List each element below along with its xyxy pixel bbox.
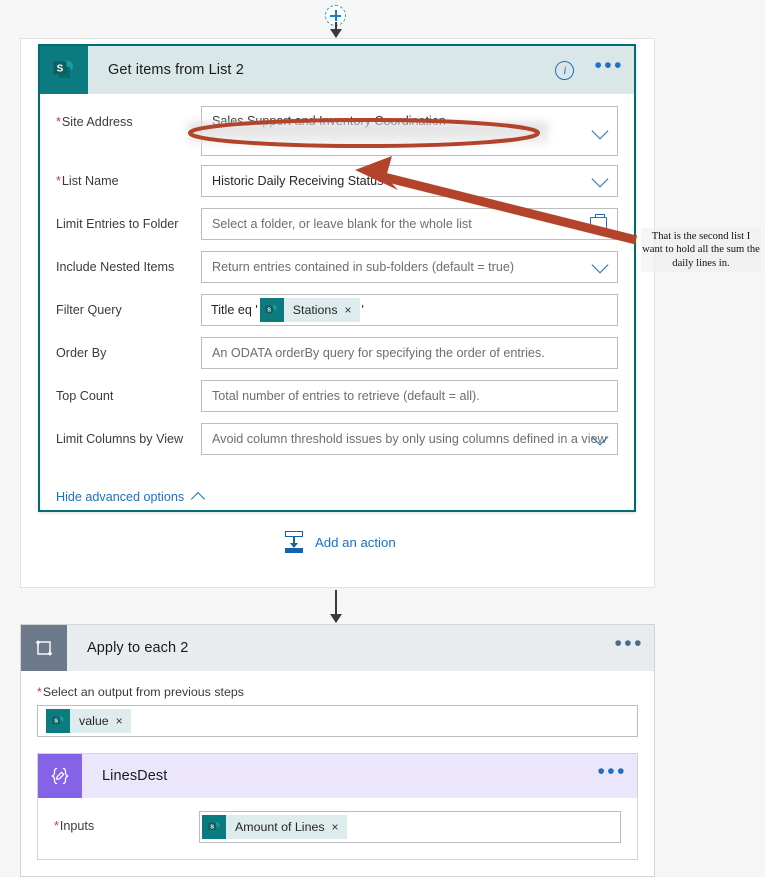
field-row-order-by: Order By An ODATA orderBy query for spec… — [56, 337, 618, 371]
token-remove-icon[interactable]: × — [116, 714, 131, 728]
chevron-down-icon[interactable] — [591, 122, 609, 140]
sharepoint-icon: S — [202, 815, 226, 839]
limit-columns-placeholder: Avoid column threshold issues by only us… — [212, 432, 607, 446]
annotation-note: That is the second list I want to hold a… — [641, 228, 761, 273]
field-row-top-count: Top Count Total number of entries to ret… — [56, 380, 618, 414]
token-remove-icon[interactable]: × — [345, 303, 360, 317]
loop-header-actions: ••• — [614, 633, 644, 657]
token-label: Stations — [292, 303, 338, 317]
include-nested-items-dropdown[interactable]: Return entries contained in sub-folders … — [201, 251, 618, 283]
loop-card-header[interactable]: Apply to each 2 ••• — [21, 625, 654, 671]
connector-arrow-top — [335, 22, 337, 37]
dynamic-token-stations[interactable]: S Stations × — [259, 298, 360, 322]
svg-text:S: S — [210, 824, 214, 830]
folder-icon[interactable] — [590, 213, 607, 231]
loop-input-label: *Select an output from previous steps — [37, 685, 244, 699]
card-menu-icon[interactable]: ••• — [594, 55, 624, 79]
loop-output-input[interactable]: S value × — [37, 705, 638, 737]
flow-step-panel: S Get items from List 2 i ••• *Site Addr… — [20, 38, 655, 588]
card-header-actions: i ••• — [555, 55, 624, 80]
sharepoint-icon: S — [40, 46, 88, 94]
field-row-limit-entries-to-folder: Limit Entries to Folder Select a folder,… — [56, 208, 618, 242]
required-asterisk: * — [56, 174, 61, 188]
field-label: Order By — [56, 346, 107, 360]
token-label: value — [79, 714, 109, 728]
field-label: Filter Query — [56, 303, 122, 317]
compose-linesdest-card[interactable]: LinesDest ••• *Inputs S Amount of Lines … — [37, 753, 638, 860]
field-label: Include Nested Items — [56, 260, 175, 274]
list-name-value: Historic Daily Receiving Status — [212, 174, 384, 188]
top-connector — [0, 0, 655, 38]
advanced-toggle-label: Hide advanced options — [56, 490, 185, 504]
order-by-placeholder: An ODATA orderBy query for specifying th… — [212, 346, 545, 360]
field-row-list-name: *List Name Historic Daily Receiving Stat… — [56, 165, 618, 199]
order-by-input[interactable]: An ODATA orderBy query for specifying th… — [201, 337, 618, 369]
add-action-icon — [283, 531, 305, 553]
top-count-placeholder: Total number of entries to retrieve (def… — [212, 389, 480, 403]
compose-inputs-field[interactable]: S Amount of Lines × — [199, 811, 621, 843]
folder-picker-input[interactable]: Select a folder, or leave blank for the … — [201, 208, 618, 240]
folder-placeholder: Select a folder, or leave blank for the … — [212, 217, 472, 231]
compose-card-header[interactable]: LinesDest ••• — [38, 754, 637, 798]
card-title: Get items from List 2 — [108, 62, 244, 78]
compose-header-actions: ••• — [597, 761, 627, 785]
chevron-down-icon[interactable] — [591, 256, 609, 274]
field-label: Limit Entries to Folder — [56, 217, 179, 231]
field-row-limit-columns-by-view: Limit Columns by View Avoid column thres… — [56, 423, 618, 457]
svg-text:S: S — [268, 307, 272, 313]
card-header[interactable]: S Get items from List 2 i ••• — [40, 46, 634, 94]
compose-card-title: LinesDest — [102, 768, 168, 784]
required-asterisk: * — [56, 115, 61, 129]
compose-inputs-row: *Inputs S Amount of Lines × — [54, 811, 621, 843]
add-action-label: Add an action — [315, 534, 396, 550]
sharepoint-icon: S — [259, 298, 284, 322]
query-suffix: ' — [361, 303, 364, 317]
field-row-filter-query: Filter Query Title eq ' S Stations × ' — [56, 294, 618, 328]
token-remove-icon[interactable]: × — [332, 820, 347, 834]
field-label: *List Name — [56, 174, 119, 188]
limit-columns-dropdown[interactable]: Avoid column threshold issues by only us… — [201, 423, 618, 455]
required-asterisk: * — [37, 685, 42, 699]
filter-query-input[interactable]: Title eq ' S Stations × ' — [201, 294, 618, 326]
redacted-site-address-line — [188, 122, 548, 144]
sharepoint-icon: S — [46, 709, 70, 733]
apply-to-each-card[interactable]: Apply to each 2 ••• *Select an output fr… — [20, 624, 655, 877]
hide-advanced-options-toggle[interactable]: Hide advanced options — [56, 490, 634, 507]
required-asterisk: * — [54, 819, 59, 833]
info-icon[interactable]: i — [555, 60, 575, 80]
add-an-action-button[interactable]: Add an action — [283, 531, 396, 553]
compose-input-label: *Inputs — [54, 819, 95, 833]
field-label: Top Count — [56, 389, 114, 403]
field-label: *Site Address — [56, 115, 133, 129]
dynamic-token-amount-of-lines[interactable]: S Amount of Lines × — [202, 815, 347, 839]
loop-card-body: *Select an output from previous steps S … — [21, 671, 654, 876]
loop-menu-icon[interactable]: ••• — [614, 633, 644, 657]
field-label: Limit Columns by View — [56, 432, 184, 446]
sharepoint-get-items-card[interactable]: S Get items from List 2 i ••• *Site Addr… — [38, 44, 636, 512]
query-prefix: Title eq ' — [211, 303, 258, 317]
chevron-up-icon — [191, 491, 206, 507]
filter-query-content: Title eq ' S Stations × ' — [202, 298, 364, 322]
loop-icon — [21, 625, 67, 671]
compose-icon — [38, 754, 82, 798]
dynamic-token-value[interactable]: S value × — [46, 709, 131, 733]
list-name-dropdown[interactable]: Historic Daily Receiving Status — [201, 165, 618, 197]
include-nested-placeholder: Return entries contained in sub-folders … — [212, 260, 515, 274]
compose-menu-icon[interactable]: ••• — [597, 761, 627, 785]
connector-arrow-middle — [335, 590, 337, 622]
svg-text:S: S — [54, 718, 58, 724]
svg-text:S: S — [57, 64, 64, 75]
field-row-include-nested-items: Include Nested Items Return entries cont… — [56, 251, 618, 285]
chevron-down-icon[interactable] — [591, 170, 609, 188]
token-label: Amount of Lines — [235, 820, 325, 834]
compose-card-body: *Inputs S Amount of Lines × — [38, 798, 637, 859]
card-body: *Site Address Sales Support and Inventor… — [40, 94, 634, 476]
top-count-input[interactable]: Total number of entries to retrieve (def… — [201, 380, 618, 412]
loop-card-title: Apply to each 2 — [87, 640, 189, 656]
